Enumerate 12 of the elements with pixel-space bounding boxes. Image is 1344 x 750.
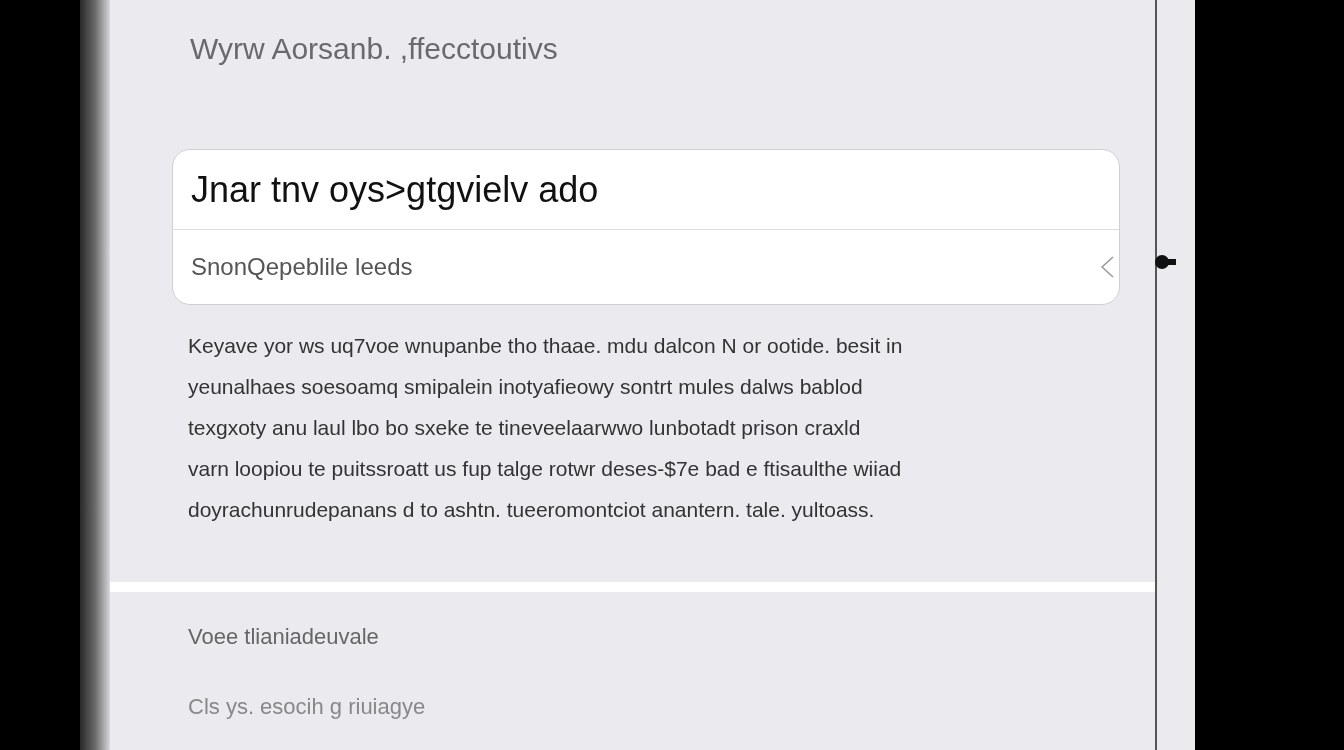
card-subtitle: SnonQepeblile leeds <box>191 252 413 282</box>
list-item[interactable]: Cls ys. esocih g riuiagye <box>110 690 1155 750</box>
paragraph-line: varn loopiou te puitssroatt us fup talge rotwr deses-$7e bad e ftisaulthe wiiad <box>188 456 903 482</box>
page-title: Wyrw Aorsanb. ,ffecctoutivs <box>190 32 558 65</box>
paragraph-line: doyrachunrudepanans d to ashtn. tueeromontciot anantern. tale. yultoass. <box>188 497 876 523</box>
paragraph-line: Keyave yor ws uq7voe wnupanbe tho thaae. mdu dalcon N or ootide. besit in <box>188 333 904 359</box>
list-item[interactable]: Voee tlianiadeuvale <box>110 620 1155 690</box>
card-title: Jnar tnv oys>gtgvielv ado <box>191 167 599 212</box>
chevron-icon <box>1099 253 1115 281</box>
handle-icon[interactable] <box>1154 252 1176 272</box>
paragraph-line: texgxoty anu laul lbo bo sxeke te tineveelaarwwo lunbotadt prison craxld <box>188 415 862 441</box>
paragraph-line: yeunalhaes soesoamq smipalein inotyafieowy sontrt mules dalws bablod <box>188 374 864 400</box>
